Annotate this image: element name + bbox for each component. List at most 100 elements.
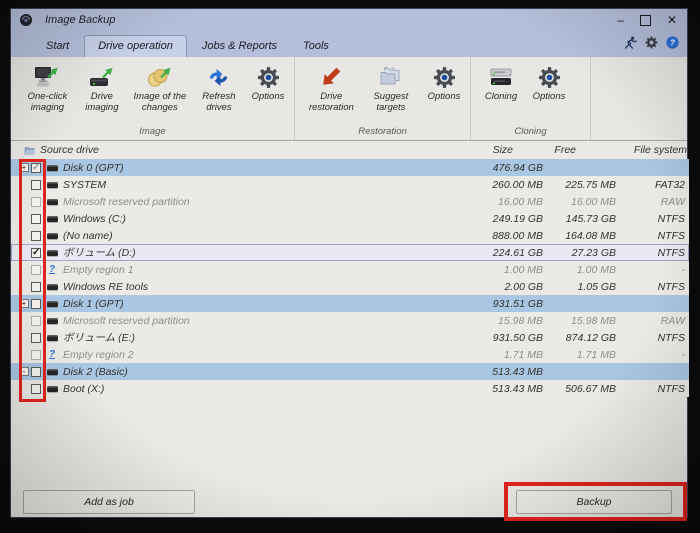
tab-jobs-reports[interactable]: Jobs & Reports [189,36,290,57]
ribbon-group-label: Image [11,126,294,137]
row-checkbox[interactable] [31,231,41,241]
question-icon: ? [45,350,59,360]
row-size: 16.00 MB [443,196,543,208]
row-file-system: NTFS [616,332,689,344]
drive-icon [45,165,59,171]
partition-row[interactable]: ?Empty region 11.00 MB1.00 MB- [11,261,689,278]
close-button[interactable]: ✕ [667,14,677,26]
add-as-job-button[interactable]: Add as job [23,490,195,514]
cloning-options-button[interactable]: Options [525,63,573,104]
column-header-free[interactable]: Free [543,144,616,156]
tab-start[interactable]: Start [33,36,82,57]
drive-restoration-button[interactable]: Drive restoration [301,63,362,114]
image-of-the-changes-button[interactable]: Image of the changes [126,63,194,114]
partition-row[interactable]: Microsoft reserved partition15.98 MB15.9… [11,312,689,329]
maximize-button[interactable] [640,15,651,26]
disk-row[interactable]: +Disk 0 (GPT)476.94 GB [11,159,689,176]
column-header-size[interactable]: Size [443,144,543,156]
row-checkbox[interactable] [31,197,41,207]
ribbon-button-label: Suggest targets [364,92,418,113]
drive-icon [45,318,59,324]
one-click-imaging-icon [34,64,60,90]
expander-toggle-icon[interactable]: + [20,163,29,172]
partition-row[interactable]: ?Empty region 21.71 MB1.71 MB- [11,346,689,363]
drive-icon [45,216,59,222]
partition-row[interactable]: ボリューム (D:)224.61 GB27.23 GBNTFS [11,244,689,261]
partition-row[interactable]: ボリューム (E:)931.50 GB874.12 GBNTFS [11,329,689,346]
row-free: 1.71 MB [543,349,616,361]
expander-toggle-icon[interactable]: + [20,299,29,308]
row-checkbox[interactable] [31,333,41,343]
row-checkbox[interactable] [31,282,41,292]
drive-icon [45,182,59,188]
drive-icon [45,233,59,239]
ribbon-group-label: Cloning [471,126,590,137]
options-gear-icon [538,64,561,90]
expander-toggle-icon[interactable]: - [20,367,29,376]
partition-row[interactable]: SYSTEM260.00 MB225.75 MBFAT32 [11,176,689,193]
suggest-targets-icon [378,64,404,90]
row-file-system: NTFS [616,247,689,259]
settings-gear-icon[interactable] [645,36,658,49]
drive-icon [45,369,59,375]
partition-row[interactable]: (No name)888.00 MB164.08 MBNTFS [11,227,689,244]
disk-row[interactable]: +Disk 1 (GPT)931.51 GB [11,295,689,312]
disk-row[interactable]: -Disk 2 (Basic)513.43 MB [11,363,689,380]
row-size: 931.50 GB [443,332,543,344]
row-file-system: FAT32 [616,179,689,191]
image-options-button[interactable]: Options [244,63,292,104]
partition-row[interactable]: Windows RE tools2.00 GB1.05 GBNTFS [11,278,689,295]
row-free: 225.75 MB [543,179,616,191]
ribbon-group-restoration: Drive restorationSuggest targetsOptions R… [295,57,471,140]
row-checkbox[interactable] [31,214,41,224]
backup-button[interactable]: Backup [516,490,672,514]
row-checkbox[interactable] [31,299,41,309]
row-checkbox[interactable] [31,180,41,190]
column-header-source-drive[interactable]: Source drive [11,144,443,156]
row-checkbox[interactable] [31,163,41,173]
refresh-drives-button[interactable]: Refresh drives [194,63,244,114]
row-size: 1.71 MB [443,349,543,361]
row-checkbox[interactable] [31,367,41,377]
row-checkbox[interactable] [31,384,41,394]
quick-action-runner-icon[interactable] [624,36,637,49]
suggest-targets-button[interactable]: Suggest targets [362,63,420,114]
minimize-button[interactable]: – [617,14,624,26]
app-logo-icon [19,13,33,27]
row-name: (No name) [59,230,443,242]
column-header-file-system[interactable]: File system [616,144,689,156]
help-icon[interactable]: ? [666,36,679,49]
ribbon-button-label: One-click imaging [19,92,76,113]
row-name: Windows RE tools [59,281,443,293]
row-checkbox[interactable] [31,316,41,326]
restoration-options-button[interactable]: Options [420,63,468,104]
drive-icon [45,284,59,290]
one-click-imaging-button[interactable]: One-click imaging [17,63,78,114]
drive-imaging-button[interactable]: Drive imaging [78,63,126,114]
tab-drive-operation[interactable]: Drive operation [84,35,187,57]
row-free: 27.23 GB [543,247,616,259]
row-checkbox[interactable] [31,265,41,275]
drive-icon [45,386,59,392]
row-file-system: RAW [616,315,689,327]
row-checkbox[interactable] [31,350,41,360]
ribbon-button-label: Options [252,92,285,103]
row-name: Windows (C:) [59,213,443,225]
ribbon-group-label: Restoration [295,126,470,137]
cloning-button[interactable]: Cloning [477,63,525,104]
image-of-changes-icon [147,64,173,90]
ribbon-button-label: Cloning [485,92,517,103]
partition-row[interactable]: Windows (C:)249.19 GB145.73 GBNTFS [11,210,689,227]
row-checkbox[interactable] [31,248,41,258]
tab-tools[interactable]: Tools [290,36,342,57]
row-size: 513.43 MB [443,366,543,378]
table-header-row: Source drive Size Free File system [11,141,689,159]
partition-row[interactable]: Boot (X:)513.43 MB506.67 MBNTFS [11,380,689,397]
ribbon-button-label: Image of the changes [128,92,192,113]
partition-row[interactable]: Microsoft reserved partition16.00 MB16.0… [11,193,689,210]
row-name: ボリューム (E:) [59,330,443,345]
row-file-system: RAW [616,196,689,208]
row-name: Microsoft reserved partition [59,315,443,327]
row-size: 260.00 MB [443,179,543,191]
ribbon-button-label: Options [533,92,566,103]
